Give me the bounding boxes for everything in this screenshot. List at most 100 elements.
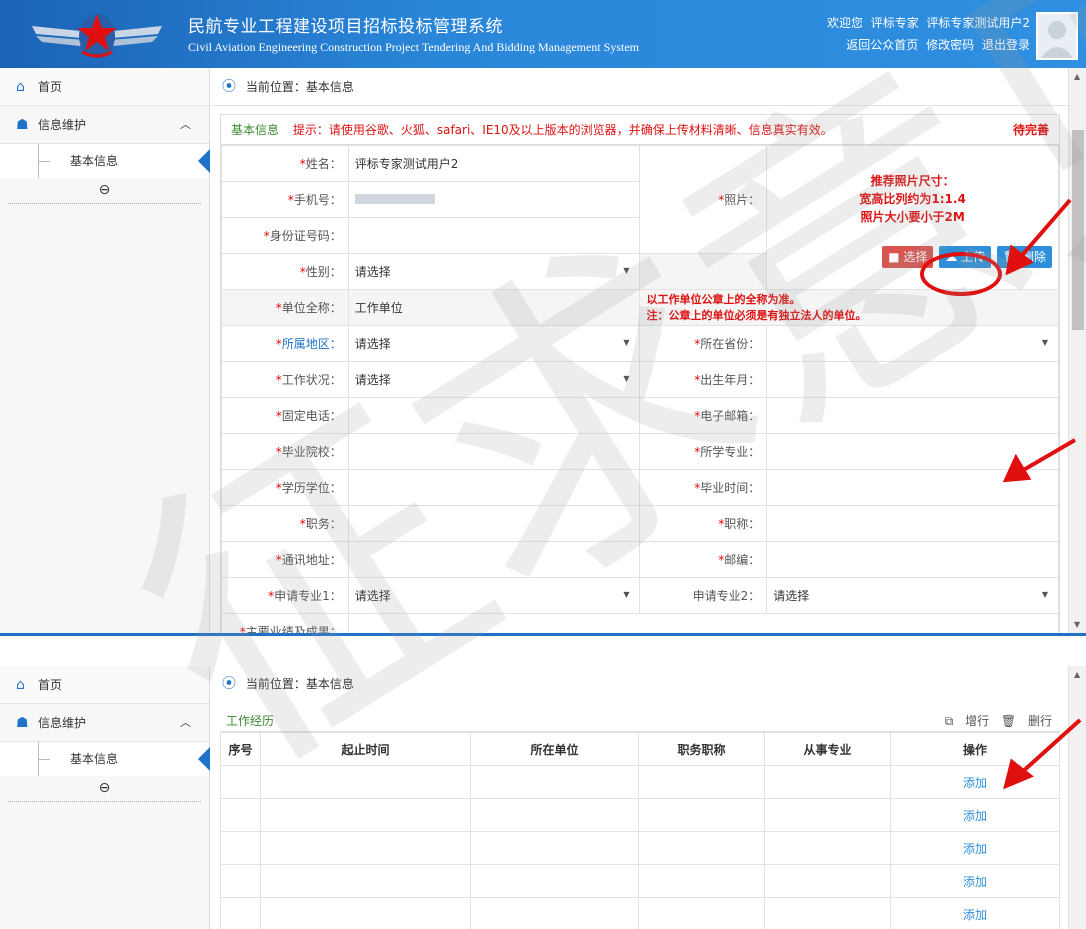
collapse-sidebar-icon[interactable]: ⊖ <box>8 776 201 802</box>
col-position: 职务职称 <box>638 732 765 766</box>
title-field[interactable] <box>766 505 1059 542</box>
form-table: *姓名： 评标专家测试用户2 *照片： 推荐照片尺寸： 宽高比列约为1:1.4 … <box>221 145 1060 636</box>
add-link[interactable]: 添加 <box>890 798 1060 832</box>
birth-field[interactable] <box>766 361 1059 398</box>
link-change-password[interactable]: 修改密码 <box>926 38 974 52</box>
scroll-up-icon[interactable]: ▲ <box>1074 72 1080 81</box>
caret-down-icon: ▼ <box>623 374 630 383</box>
sidebar-item-home[interactable]: ⌂ 首页 <box>0 68 209 106</box>
chevron-up-icon: ︿ <box>180 118 191 131</box>
achieve-field[interactable] <box>347 613 1060 633</box>
email-field[interactable] <box>766 397 1059 434</box>
work-status-label: 工作状况： <box>281 373 342 387</box>
add-link[interactable]: 添加 <box>890 765 1060 799</box>
school-field[interactable] <box>347 433 641 470</box>
sidebar-item-basic-info[interactable]: 基本信息 <box>0 144 210 178</box>
basic-info-form: 基本信息 提示：请使用谷歌、火狐、safari、IE10及以上版本的浏览器，并确… <box>220 114 1060 636</box>
active-marker <box>198 747 210 771</box>
vertical-scrollbar[interactable]: ▲ ▼ <box>1068 68 1086 633</box>
zip-label: 邮编： <box>724 553 761 567</box>
col-specialty: 从事专业 <box>764 732 891 766</box>
add-link[interactable]: 添加 <box>890 831 1060 865</box>
col-period: 起止时间 <box>260 732 471 766</box>
col-action: 操作 <box>890 732 1060 766</box>
main-content: ⦿ 当前位置：基本信息 工作经历 ⧉ 增行 🗑 删行 序号 起止时间 所在单位 … <box>212 666 1068 929</box>
sidebar-item-home[interactable]: ⌂ 首页 <box>0 666 209 704</box>
add-link[interactable]: 添加 <box>890 897 1060 929</box>
table-row: 添加 <box>220 897 1060 929</box>
collapse-sidebar-icon[interactable]: ⊖ <box>8 178 201 204</box>
tel-field[interactable] <box>347 397 641 434</box>
scroll-down-icon[interactable]: ▼ <box>1074 620 1080 629</box>
name-label: 姓名： <box>305 157 342 171</box>
name-field[interactable]: 评标专家测试用户2 <box>347 145 641 182</box>
sidebar: ⌂ 首页 ☗ 信息维护 ︿ 基本信息 ⊖ <box>0 68 210 633</box>
sidebar-item-label: 基本信息 <box>70 752 119 766</box>
post-field[interactable] <box>347 505 641 542</box>
email-label: 电子邮箱： <box>700 409 761 423</box>
achieve-label: 主要业绩及成果： <box>245 625 342 636</box>
browser-tip: 提示：请使用谷歌、火狐、safari、IE10及以上版本的浏览器，并确保上传材料… <box>292 123 833 137</box>
gender-select[interactable]: 请选择 ▼ <box>347 253 641 290</box>
caret-down-icon: ▼ <box>623 338 630 347</box>
col-unit: 所在单位 <box>470 732 639 766</box>
phone-field[interactable] <box>347 181 641 218</box>
sitemap-icon: ☗ <box>16 117 29 133</box>
birth-label: 出生年月： <box>700 373 761 387</box>
post-label: 职务： <box>305 517 342 531</box>
region-label: 所属地区： <box>281 337 342 351</box>
sidebar-group-info[interactable]: ☗ 信息维护 ︿ <box>0 106 209 144</box>
id-field[interactable] <box>347 217 641 254</box>
zip-field[interactable] <box>766 541 1059 578</box>
degree-field[interactable] <box>347 469 641 506</box>
phone-label: 手机号： <box>293 193 342 207</box>
add-link[interactable]: 添加 <box>890 864 1060 898</box>
grad-time-label: 毕业时间： <box>700 481 761 495</box>
scroll-thumb[interactable] <box>1072 130 1084 330</box>
form-header: 基本信息 提示：请使用谷歌、火狐、safari、IE10及以上版本的浏览器，并确… <box>221 115 1059 145</box>
location-pin-icon: ⦿ <box>222 79 236 95</box>
section-label: 基本信息 <box>231 123 280 137</box>
link-public-home[interactable]: 返回公众首页 <box>846 38 918 52</box>
caret-down-icon: ▼ <box>1041 590 1048 599</box>
photo-tip-2: 宽高比列约为1:1.4 <box>859 191 966 206</box>
breadcrumb-text: 当前位置：基本信息 <box>245 80 354 94</box>
delete-photo-button[interactable]: 🗑 删除 <box>996 245 1052 268</box>
app-header: 民航专业工程建设项目招标投标管理系统 Civil Aviation Engine… <box>0 0 1086 68</box>
home-icon: ⌂ <box>16 677 25 693</box>
address-field[interactable] <box>347 541 641 578</box>
breadcrumb: ⦿ 当前位置：基本信息 <box>212 68 1068 106</box>
add-row-button[interactable]: ⧉ 增行 <box>945 714 989 728</box>
active-marker <box>198 149 210 173</box>
unit-note-1: 以工作单位公章上的全称为准。 <box>646 292 801 306</box>
photo-tip-3: 照片大小要小于2M <box>860 209 965 224</box>
avatar[interactable] <box>1036 12 1078 60</box>
grad-time-field[interactable] <box>766 469 1059 506</box>
region-select[interactable]: 请选择 ▼ <box>347 325 641 362</box>
sidebar-group-info[interactable]: ☗ 信息维护 ︿ <box>0 704 209 742</box>
title-label: 职称： <box>724 517 761 531</box>
delete-row-button[interactable]: 🗑 删行 <box>1001 714 1052 728</box>
address-label: 通讯地址： <box>281 553 342 567</box>
link-logout[interactable]: 退出登录 <box>982 38 1030 52</box>
user-greeting: 欢迎您 评标专家 评标专家测试用户2 <box>827 14 1030 31</box>
unit-field[interactable]: 工作单位 <box>347 289 641 326</box>
work-status-select[interactable]: 请选择 ▼ <box>347 361 641 398</box>
province-select[interactable]: ▼ <box>766 325 1059 362</box>
scroll-up-icon[interactable]: ▲ <box>1074 670 1080 679</box>
caac-wings-logo-icon <box>32 14 162 58</box>
sitemap-icon: ☗ <box>16 715 29 731</box>
work-header: 工作经历 ⧉ 增行 🗑 删行 <box>220 710 1060 732</box>
vertical-scrollbar[interactable]: ▲ <box>1068 666 1086 929</box>
sidebar-item-basic-info[interactable]: 基本信息 <box>0 742 210 776</box>
major-field[interactable] <box>766 433 1059 470</box>
sidebar-item-label: 首页 <box>38 80 63 94</box>
sidebar-group-label: 信息维护 <box>38 118 87 132</box>
photo-area: 推荐照片尺寸： 宽高比列约为1:1.4 照片大小要小于2M ■ 选择 ☁ 上传 … <box>766 145 1059 290</box>
welcome-text: 欢迎您 <box>827 16 864 30</box>
apply2-select[interactable]: 请选择 ▼ <box>766 577 1059 614</box>
sidebar: ⌂ 首页 ☗ 信息维护 ︿ 基本信息 ⊖ <box>0 666 210 929</box>
photo-label: 照片： <box>724 193 761 207</box>
gender-label: 性别： <box>305 265 342 279</box>
apply1-select[interactable]: 请选择 ▼ <box>347 577 641 614</box>
